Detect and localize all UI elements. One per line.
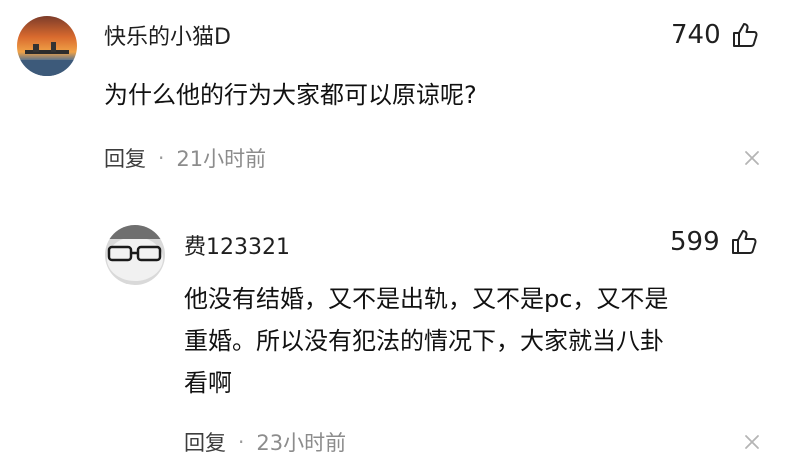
- reply-username[interactable]: 费123321: [184, 229, 290, 261]
- reply-like-group[interactable]: 599: [670, 227, 758, 257]
- meta-separator: ·: [158, 146, 165, 170]
- meta-separator: ·: [238, 430, 245, 454]
- comment-text: 为什么他的行为大家都可以原谅呢?: [104, 81, 477, 109]
- like-count: 740: [671, 20, 721, 50]
- reply-button[interactable]: 回复: [104, 143, 146, 173]
- like-count: 599: [670, 227, 720, 257]
- reply-button[interactable]: 回复: [184, 427, 226, 457]
- reply-text-line: 重婚。所以没有犯法的情况下，大家就当八卦: [184, 327, 664, 355]
- timestamp: 21小时前: [176, 147, 267, 171]
- reply-meta: 回复 · 23小时前: [184, 427, 346, 457]
- timestamp: 23小时前: [256, 431, 347, 455]
- reply-avatar[interactable]: [105, 225, 165, 285]
- close-icon[interactable]: [744, 434, 760, 450]
- avatar[interactable]: [17, 16, 77, 76]
- avatar-image: [105, 225, 165, 285]
- thumbs-up-icon[interactable]: [731, 21, 759, 49]
- reply-text-line: 看啊: [184, 369, 232, 397]
- reply-text: 他没有结婚，又不是出轨，又不是pc，又不是 重婚。所以没有犯法的情况下，大家就当…: [184, 278, 764, 404]
- close-icon[interactable]: [744, 150, 760, 166]
- reply-text-line: 他没有结婚，又不是出轨，又不是pc，又不是: [184, 285, 669, 313]
- like-group[interactable]: 740: [671, 20, 759, 50]
- comment-thread: 快乐的小猫D 740 为什么他的行为大家都可以原谅呢? 回复 · 21小时前 费…: [0, 0, 796, 460]
- thumbs-up-icon[interactable]: [730, 228, 758, 256]
- comment-username[interactable]: 快乐的小猫D: [104, 19, 231, 51]
- avatar-image: [17, 16, 77, 76]
- comment-meta: 回复 · 21小时前: [104, 143, 266, 173]
